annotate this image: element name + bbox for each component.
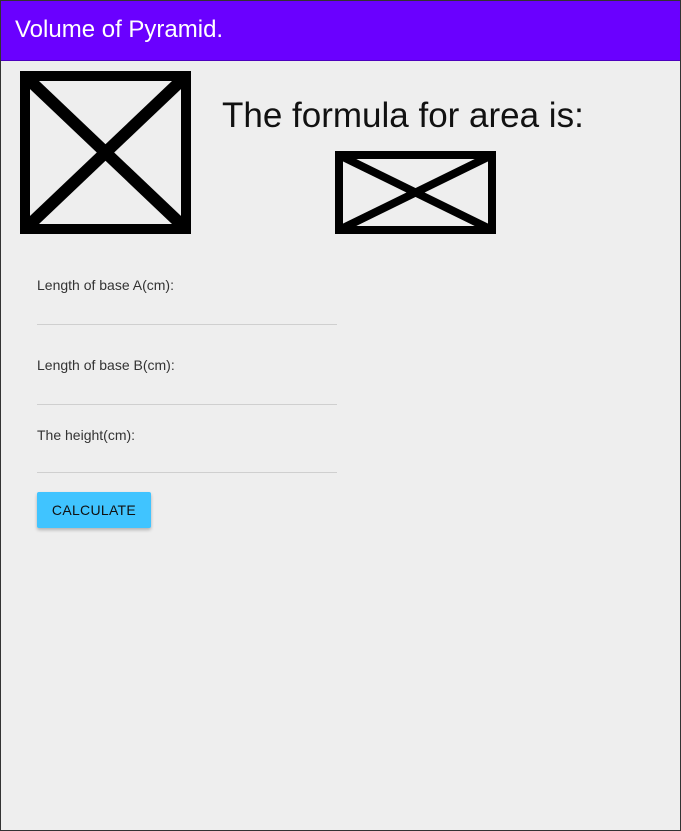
calculate-button[interactable]: CALCULATE — [37, 492, 151, 528]
base-a-label: Length of base A(cm): — [37, 277, 174, 293]
app-title: Volume of Pyramid. — [15, 16, 224, 43]
base-b-label: Length of base B(cm): — [37, 357, 175, 373]
app-bar: Volume of Pyramid. — [1, 1, 680, 61]
formula-image — [335, 151, 496, 234]
base-a-input[interactable] — [37, 298, 337, 325]
height-label: The height(cm): — [37, 427, 136, 443]
app-window: Volume of Pyramid. The formula for area … — [0, 0, 681, 831]
formula-heading: The formula for area is: — [222, 96, 584, 135]
height-input[interactable] — [37, 446, 337, 473]
base-b-input[interactable] — [37, 378, 337, 405]
pyramid-image — [20, 71, 191, 234]
